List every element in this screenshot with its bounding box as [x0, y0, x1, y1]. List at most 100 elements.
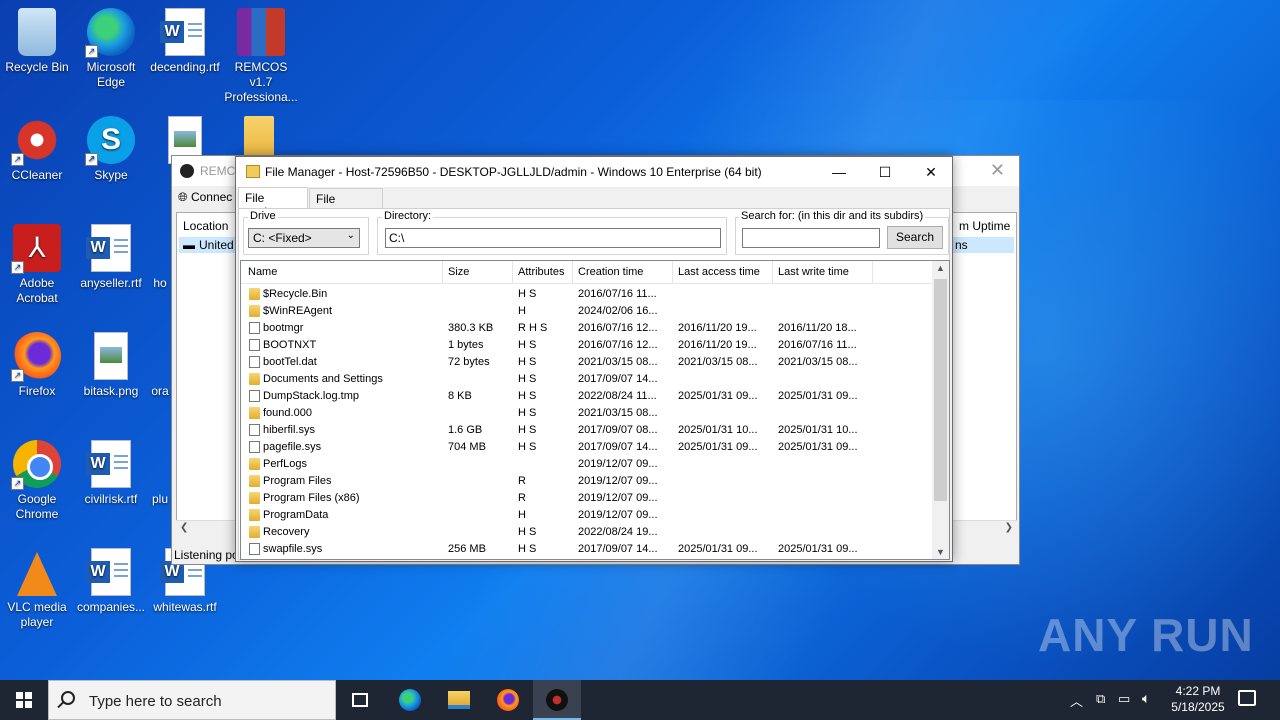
desktop-icon-companies[interactable]: W companies... [74, 548, 148, 615]
file-row[interactable]: bootmgr 380.3 KB R H S 2016/07/16 12... 2016… [241, 320, 933, 337]
cell-attributes: H [518, 305, 526, 317]
task-view-button[interactable] [336, 680, 384, 720]
taskbar-search-box[interactable]: Type here to search [48, 680, 336, 720]
column-header-last-access-time[interactable]: Last access time [678, 266, 760, 278]
close-button[interactable]: ✕ [908, 157, 954, 187]
desktop-icon-acrobat[interactable]: ⅄ ↗ Adobe Acrobat [0, 224, 74, 306]
firefox-icon: ↗ [11, 332, 61, 382]
cell-size: 256 MB [448, 543, 486, 555]
desktop-icon-ccleaner[interactable]: ↗ CCleaner [0, 116, 74, 183]
desktop-icon-decending[interactable]: W decending.rtf [148, 8, 222, 75]
desktop-icon-anyseller[interactable]: W anyseller.rtf [74, 224, 148, 291]
search-input[interactable] [742, 228, 880, 248]
word-document-icon: W [86, 224, 131, 272]
taskbar-file-explorer[interactable] [435, 680, 483, 720]
scroll-down-icon[interactable]: ▼ [936, 547, 945, 557]
taskbar-remcos[interactable] [533, 680, 581, 720]
cell-creation-time: 2017/09/07 14... [578, 373, 658, 385]
file-row[interactable]: BOOTNXT 1 bytes H S 2016/07/16 12... 2016/11… [241, 337, 933, 354]
file-row[interactable]: Program Files (x86) R 2019/12/07 09... [241, 490, 933, 507]
desktop-icon-label: civilrisk.rtf [84, 492, 138, 506]
globe-icon: 🌐︎ [178, 190, 191, 204]
cell-attributes: H S [518, 373, 537, 385]
drive-group: Drive C: <Fixed> ⌄ [243, 210, 369, 255]
column-header-attributes[interactable]: Attributes [518, 266, 564, 278]
column-header-location[interactable]: Location [183, 219, 228, 233]
file-row[interactable]: PerfLogs 2019/12/07 09... [241, 456, 933, 473]
file-list-vertical-scrollbar[interactable]: ▲ ▼ [932, 261, 949, 559]
desktop-icon-skype[interactable]: S ↗ Skype [74, 116, 148, 183]
desktop-icon-ho[interactable]: ho [148, 224, 172, 291]
cell-size: 8 KB [448, 390, 472, 402]
file-row[interactable]: swapfile.sys 256 MB H S 2017/09/07 14... 202… [241, 541, 933, 558]
desktop-icon-label: Recycle Bin [5, 60, 69, 74]
column-header-creation-time[interactable]: Creation time [578, 266, 643, 278]
file-row[interactable]: found.000 H S 2021/03/15 08... [241, 405, 933, 422]
column-header-size[interactable]: Size [448, 266, 469, 278]
column-header-name[interactable]: Name [248, 266, 277, 278]
scroll-left-icon[interactable]: ❮ [180, 522, 188, 533]
desktop-icon-remcos[interactable]: REMCOS v1.7 Professiona... [224, 8, 298, 105]
desktop-icon-chrome[interactable]: ↗ Google Chrome [0, 440, 74, 522]
file-row[interactable]: pagefile.sys 704 MB H S 2017/09/07 14... 202… [241, 439, 933, 456]
start-button[interactable] [0, 680, 48, 720]
taskbar-firefox[interactable] [484, 680, 532, 720]
cell-size: 1.6 GB [448, 424, 483, 436]
remcos-connect-tab[interactable]: 🌐︎ Connec [178, 190, 232, 205]
file-list[interactable]: Name Size Attributes Creation time Last … [240, 260, 950, 560]
system-clock[interactable]: 4:22 PM 5/18/2025 [1163, 683, 1233, 715]
directory-input[interactable]: C:\ [385, 228, 721, 248]
chevron-down-icon: ⌄ [346, 230, 355, 241]
file-row[interactable]: $Recycle.Bin H S 2016/07/16 11... [241, 286, 933, 303]
cell-creation-time: 2019/12/07 09... [578, 458, 658, 470]
scrollbar-thumb[interactable] [934, 279, 947, 501]
scroll-up-icon[interactable]: ▲ [936, 263, 945, 273]
file-row[interactable]: ProgramData H 2019/12/07 09... [241, 507, 933, 524]
clock-date: 5/18/2025 [1171, 700, 1225, 714]
word-document-icon: W [86, 440, 131, 488]
desktop-icon-bitask[interactable]: bitask.png [74, 332, 148, 399]
desktop-icon-edge[interactable]: ↗ Microsoft Edge [74, 8, 148, 90]
anyrun-watermark: ANY RUN [1038, 609, 1254, 661]
desktop-icon-plu[interactable]: plu [148, 440, 172, 507]
file-row[interactable]: Program Files R 2019/12/07 09... [241, 473, 933, 490]
firefox-icon [497, 689, 519, 711]
file-row[interactable]: $WinREAgent H 2024/02/06 16... [241, 303, 933, 320]
word-document-icon: W [86, 548, 131, 596]
maximize-button[interactable]: ☐ [862, 157, 908, 187]
file-row[interactable]: DumpStack.log.tmp 8 KB H S 2022/08/24 11...… [241, 388, 933, 405]
desktop-icon-recycle-bin[interactable]: Recycle Bin [0, 8, 74, 75]
file-row[interactable]: Documents and Settings H S 2017/09/07 14..… [241, 371, 933, 388]
volume-icon[interactable]: 🔈︎ [1142, 690, 1150, 720]
column-header-uptime[interactable]: m Uptime [959, 219, 1010, 233]
show-hidden-icons-icon[interactable]: ︿ [1070, 691, 1083, 720]
taskbar-edge[interactable] [386, 680, 434, 720]
minimize-button[interactable]: — [816, 157, 862, 187]
network-icon[interactable]: ▭ [1118, 691, 1130, 720]
notification-center-icon[interactable] [1238, 690, 1256, 706]
winrar-archive-icon [237, 8, 285, 56]
file-row[interactable]: hiberfil.sys 1.6 GB H S 2017/09/07 08... 202… [241, 422, 933, 439]
vlc-icon [17, 552, 57, 596]
scroll-right-icon[interactable]: ❯ [1005, 522, 1013, 533]
desktop-icon-civilrisk[interactable]: W civilrisk.rtf [74, 440, 148, 507]
desktop-icon-firefox[interactable]: ↗ Firefox [0, 332, 74, 399]
cell-name: bootmgr [263, 322, 304, 334]
tab-file-transfers[interactable]: File transfers [309, 188, 383, 220]
file-manager-titlebar[interactable]: File Manager - Host-72596B50 - DESKTOP-J… [236, 157, 952, 187]
search-button[interactable]: Search [887, 226, 943, 249]
desktop-icon-label: ho [153, 276, 167, 290]
tab-file-explorer[interactable]: File explorer [238, 187, 308, 219]
directory-label: Directory: [382, 210, 434, 222]
remcos-close-button[interactable]: ✕ [990, 160, 1005, 181]
column-header-last-write-time[interactable]: Last write time [778, 266, 849, 278]
file-row[interactable]: Recovery H S 2022/08/24 19... [241, 524, 933, 541]
network-device-icon[interactable]: ⧉ [1096, 691, 1105, 720]
desktop-icon-vlc[interactable]: VLC media player [0, 548, 74, 630]
image-file-icon [94, 332, 128, 380]
cell-creation-time: 2019/12/07 09... [578, 475, 658, 487]
drive-select[interactable]: C: <Fixed> ⌄ [248, 228, 360, 248]
desktop-icon-ora[interactable]: ora [148, 332, 172, 399]
file-row[interactable]: bootTel.dat 72 bytes H S 2021/03/15 08... 20… [241, 354, 933, 371]
cell-name: ProgramData [263, 509, 329, 521]
